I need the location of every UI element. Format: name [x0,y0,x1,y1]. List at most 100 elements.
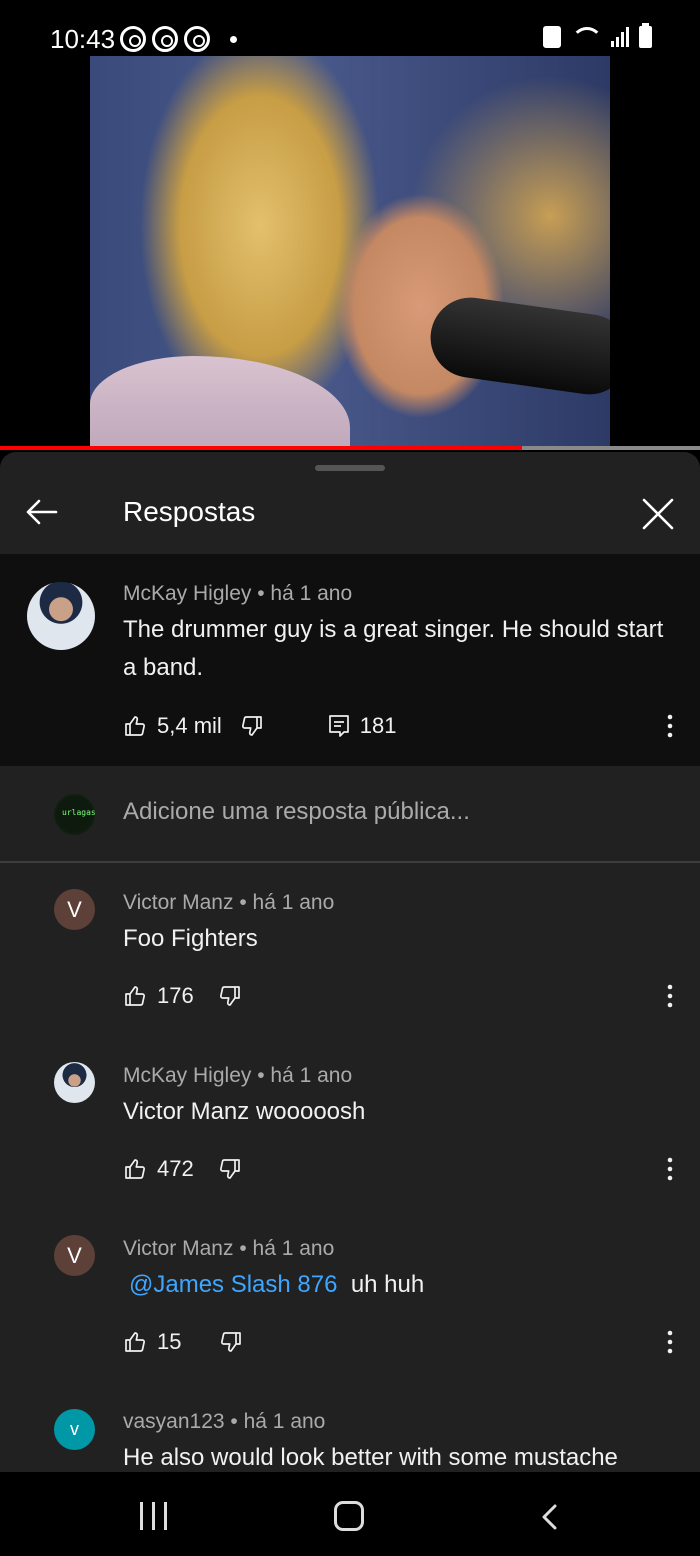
more-vert-icon [667,714,673,738]
home-button[interactable] [334,1501,364,1531]
chevron-left-icon [542,1504,557,1530]
like-button[interactable]: 472 [123,1156,194,1182]
thumbs-down-icon [241,716,262,736]
comment-meta: vasyan123 • há 1 ano [123,1410,326,1433]
panel-header: Respostas [0,474,700,554]
mention-link[interactable]: @James Slash 876 [129,1271,337,1298]
like-count: 176 [157,983,194,1008]
close-icon [642,498,674,530]
comment-author[interactable]: McKay Higley [123,582,251,605]
replies-panel: Respostas McKay Higley • há 1 ano The dr… [0,452,700,1472]
like-count: 15 [157,1329,182,1354]
avatar[interactable]: V [54,1235,95,1276]
comment-time: há 1 ano [252,891,335,914]
video-scene-microphone [425,292,610,400]
system-icons [543,23,652,48]
avatar-letter: V [70,1419,79,1439]
comment-meta: McKay Higley • há 1 ano [123,582,353,605]
thumbs-up-icon [125,716,145,736]
like-count: 5,4 mil [157,713,222,738]
wifi-icon [571,27,603,47]
arrow-left-icon [26,499,58,525]
avatar-text: urlagas_ [62,808,95,817]
video-scene-shirt [90,356,350,448]
comment-meta: Victor Manz • há 1 ano [123,891,335,914]
status-time: 10:43 [50,24,116,54]
more-options-button[interactable] [660,980,680,1012]
thumbs-down-icon [219,986,240,1006]
page-title: Respostas [123,496,256,527]
dislike-button[interactable] [219,1330,243,1354]
comment-text: He also would look better with some must… [123,1444,618,1471]
whatsapp-icon [120,26,146,52]
divider [0,861,700,863]
notification-icons [120,26,237,52]
avatar: urlagas_ [54,794,95,835]
avatar-letter: V [67,1242,82,1268]
more-options-button[interactable] [660,1326,680,1358]
avatar-letter: V [67,896,82,922]
reply-count: 181 [359,713,397,738]
comment-text: Foo Fighters [123,925,258,952]
comment-author[interactable]: Victor Manz [123,891,234,914]
comment-actions: 176 [123,980,242,1012]
more-notifications-dot-icon [230,35,237,43]
comment-body: uh huh [350,1271,425,1298]
system-back-button[interactable] [536,1502,566,1532]
replies-button[interactable]: 181 [328,713,397,739]
thumbs-up-icon [125,1332,145,1352]
back-button[interactable] [22,492,62,532]
video-progress-bar[interactable] [0,446,700,450]
thumbs-up-icon [125,1159,145,1179]
dislike-button[interactable] [218,984,242,1008]
comment-author[interactable]: Victor Manz [123,1237,234,1260]
system-navigation-bar [0,1472,700,1556]
video-progress-fill [0,446,522,450]
thumbs-up-icon [125,986,145,1006]
whatsapp-icon [184,26,210,52]
comment-meta: McKay Higley • há 1 ano [123,1064,353,1087]
signal-icon [611,27,629,47]
comment-time: há 1 ano [252,1237,335,1260]
avatar[interactable]: V [54,889,95,930]
comment-actions: 472 [123,1153,242,1185]
comment-text: @James Slash 876 uh huh [123,1266,673,1304]
like-button[interactable]: 15 [123,1329,181,1355]
avatar[interactable] [54,1062,95,1103]
comment-author[interactable]: vasyan123 [123,1410,225,1433]
more-vert-icon [667,1157,673,1181]
like-count: 472 [157,1156,194,1181]
comment-icon [328,715,349,737]
whatsapp-icon [152,26,178,52]
like-button[interactable]: 176 [123,983,194,1009]
dislike-button[interactable] [218,1157,242,1181]
comment-actions: 15 [123,1326,243,1358]
comment-meta: Victor Manz • há 1 ano [123,1237,335,1260]
comment-actions: 5,4 mil 181 [123,710,397,742]
thumbs-down-icon [221,1332,242,1352]
more-options-button[interactable] [660,1153,680,1185]
recent-apps-button[interactable] [140,1502,167,1530]
reply-input[interactable]: Adicione uma resposta pública... [123,798,470,826]
dislike-button[interactable] [240,714,264,738]
more-options-button[interactable] [660,710,680,742]
more-vert-icon [667,984,673,1008]
more-vert-icon [667,1330,673,1354]
battery-icon [639,23,652,48]
avatar[interactable] [27,582,95,650]
comment-author[interactable]: McKay Higley [123,1064,251,1087]
close-button[interactable] [636,492,680,536]
comment-time: há 1 ano [243,1410,326,1433]
comment-time: há 1 ano [270,1064,353,1087]
like-button[interactable]: 5,4 mil [123,713,222,739]
data-saver-icon [543,26,561,48]
avatar[interactable]: V [54,1409,95,1450]
parent-comment: McKay Higley • há 1 ano The drummer guy … [0,554,700,766]
drag-handle[interactable] [315,465,385,471]
comment-time: há 1 ano [270,582,353,605]
comment-text: The drummer guy is a great singer. He sh… [123,616,664,681]
video-frame[interactable] [90,56,610,448]
video-player[interactable] [0,56,700,448]
thumbs-down-icon [219,1159,240,1179]
comment-text: Victor Manz wooooosh [123,1098,366,1125]
